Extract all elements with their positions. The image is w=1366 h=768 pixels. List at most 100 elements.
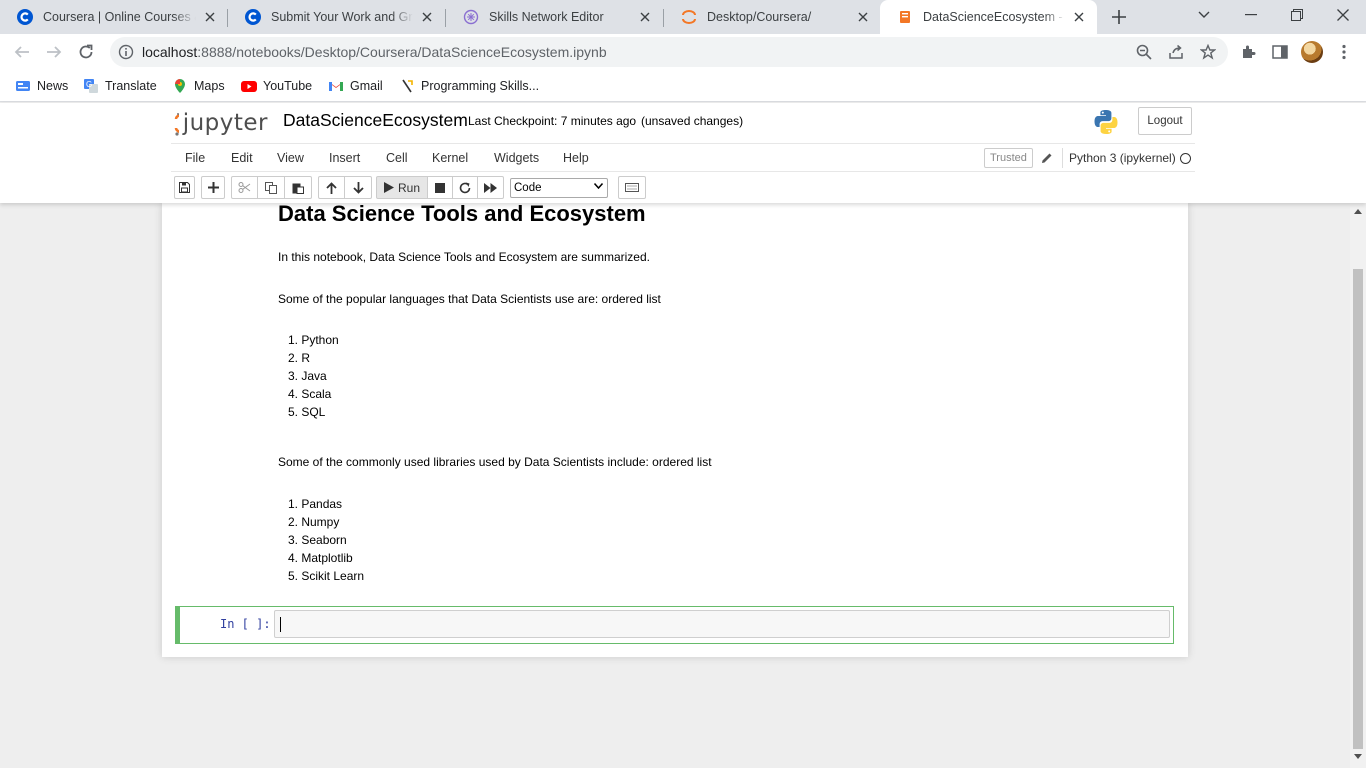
profile-avatar[interactable] [1301,41,1323,63]
close-icon[interactable] [419,9,435,25]
bookmark-star-icon[interactable] [1200,44,1216,60]
keyboard-icon [625,183,639,192]
new-tab-icon[interactable] [1108,6,1130,28]
close-icon[interactable] [637,9,653,25]
scroll-up-icon[interactable] [1354,208,1362,216]
bookmark-news[interactable]: News [15,76,68,96]
url-host: localhost [142,44,198,60]
paste-icon [292,183,304,194]
cell-type-value: Code [514,182,542,194]
bookmark-programming-skills[interactable]: Programming Skills... [399,76,539,96]
restart-button[interactable] [453,176,478,199]
menu-file[interactable]: File [185,151,205,165]
menu-widgets[interactable]: Widgets [494,151,539,165]
bookmark-translate[interactable]: G Translate [83,76,157,96]
share-icon[interactable] [1168,44,1184,60]
bookmarks-bar: News G Translate Maps YouTube Gmail Prog… [0,70,1366,102]
minimize-icon[interactable] [1228,0,1274,30]
logout-button[interactable]: Logout [1138,107,1192,135]
text-cursor [280,617,281,632]
bookmark-gmail[interactable]: Gmail [328,76,383,96]
libraries-intro: Some of the commonly used libraries used… [278,455,712,469]
menu-insert[interactable]: Insert [329,151,360,165]
code-input[interactable] [274,610,1170,638]
translate-icon: G [83,78,99,94]
trusted-indicator[interactable]: Trusted [984,148,1033,168]
list-item: 3. Seaborn [288,533,347,547]
notebook-site: Data Science Tools and Ecosystem In this… [0,201,1350,768]
close-icon[interactable] [1071,9,1087,25]
paste-button[interactable] [285,176,312,199]
page-scrollbar[interactable] [1350,203,1366,768]
kernel-idle-indicator [1180,153,1191,164]
notebook-container: Data Science Tools and Ecosystem In this… [162,201,1188,657]
extensions-icon[interactable] [1239,43,1257,61]
list-item: 4. Matplotlib [288,551,353,565]
close-icon[interactable] [855,9,871,25]
copy-button[interactable] [258,176,285,199]
list-item: 2. Numpy [288,515,340,529]
list-item: 3. Java [288,369,327,383]
zoom-icon[interactable] [1136,44,1152,60]
side-panel-icon[interactable] [1271,43,1289,61]
tab-search-icon[interactable] [1181,0,1227,30]
window-close-icon[interactable] [1320,0,1366,30]
cell-type-select[interactable]: Code [510,178,608,198]
arrow-down-icon [352,181,364,194]
cut-button[interactable] [231,176,258,199]
skills-network-icon [463,9,479,25]
code-cell-selected[interactable]: In [ ]: [175,606,1174,644]
browser-tab-skills-network[interactable]: Skills Network Editor [446,0,663,34]
browser-tab-active-notebook[interactable]: DataScienceEcosystem - Jupyter Notebook [880,0,1097,34]
browser-tab-submit-work[interactable]: Submit Your Work and Grade Your Peers [228,0,445,34]
intro-text: In this notebook, Data Science Tools and… [278,250,650,264]
run-button[interactable]: Run [376,176,428,199]
browser-tab-coursera[interactable]: Coursera | Online Courses & Credentials … [0,0,228,34]
address-bar[interactable]: localhost:8888/notebooks/Desktop/Courser… [110,37,1228,67]
plus-icon [207,182,219,193]
browser-tab-desktop-coursera[interactable]: Desktop/Coursera/ [664,0,881,34]
scissors-icon [238,182,251,193]
back-icon[interactable] [8,38,36,66]
url-text[interactable]: localhost:8888/notebooks/Desktop/Courser… [142,44,607,60]
menu-kernel[interactable]: Kernel [432,151,468,165]
menu-help[interactable]: Help [563,151,589,165]
notebook-name[interactable]: DataScienceEcosystem [283,110,468,131]
forward-icon[interactable] [40,38,68,66]
bookmark-youtube[interactable]: YouTube [241,76,312,96]
jupyter-wordmark: jupyter [182,110,268,136]
move-down-button[interactable] [345,176,372,199]
menu-cell[interactable]: Cell [386,151,408,165]
checkpoint-status: Last Checkpoint: 7 minutes ago [468,114,637,128]
scrollbar-thumb[interactable] [1353,269,1363,749]
move-up-button[interactable] [318,176,345,199]
close-icon[interactable] [202,9,218,25]
coursera-icon [245,9,261,25]
restore-icon[interactable] [1274,0,1320,30]
tab-title: Skills Network Editor [489,10,604,24]
site-info-icon[interactable] [118,44,134,60]
menu-kebab-icon[interactable] [1335,43,1353,61]
menu-edit[interactable]: Edit [231,151,253,165]
interrupt-button[interactable] [428,176,453,199]
tab-title: Coursera | Online Courses & Credentials … [43,10,196,24]
gmail-icon [328,78,344,94]
kernel-name[interactable]: Python 3 (ipykernel) [1069,151,1176,165]
restart-run-all-button[interactable] [478,176,504,199]
programming-icon [399,78,415,94]
fast-forward-icon [484,182,497,193]
reload-icon[interactable] [72,38,100,66]
command-palette-button[interactable] [618,176,646,199]
scroll-down-icon[interactable] [1354,754,1362,762]
jupyter-logo[interactable]: jupyter [174,108,268,138]
run-label: Run [397,180,420,195]
bookmark-maps[interactable]: Maps [172,76,225,96]
menu-view[interactable]: View [277,151,304,165]
insert-cell-button[interactable] [201,176,225,199]
kernel-divider [1062,148,1063,168]
bookmark-label: Programming Skills... [421,79,540,93]
chevron-down-icon [594,183,603,189]
bookmark-label: YouTube [263,79,313,93]
pencil-icon[interactable] [1040,151,1054,165]
save-button[interactable] [174,176,195,199]
